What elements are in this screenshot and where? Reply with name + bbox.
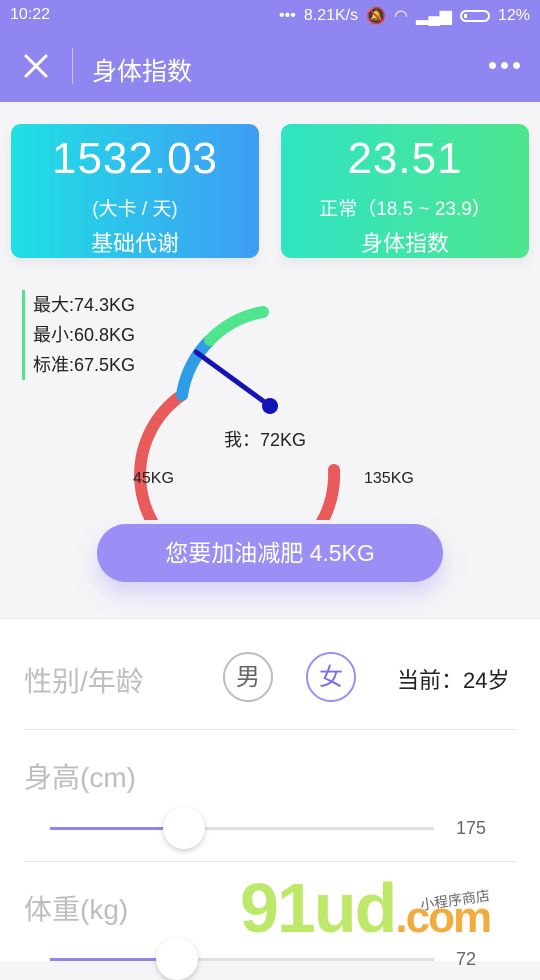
bmi-card: 23.51 正常（18.5 ~ 23.9） 身体指数 (281, 124, 529, 258)
status-time: 10:22 (10, 6, 51, 23)
more-menu-button[interactable] (489, 62, 520, 69)
height-label: 身高(cm) (24, 762, 136, 793)
status-bar: 10:22 ••• 8.21K/s 🔕 ◠ ▂▄▆ 12% (0, 0, 540, 32)
height-value: 175 (456, 818, 487, 838)
battery-icon (459, 10, 490, 22)
bmr-label: 基础代谢 (90, 231, 179, 256)
page-title: 身体指数 (92, 58, 193, 86)
header-divider (72, 48, 73, 84)
more-dots-icon: ••• (279, 7, 296, 24)
battery-percent: 12% (497, 7, 530, 24)
row-divider (24, 861, 516, 862)
current-age[interactable]: 当前：24岁 (397, 663, 509, 695)
signal-icon: ▂▄▆ (416, 8, 452, 25)
dot-icon (501, 62, 508, 69)
gauge-arc-blue (176, 334, 216, 401)
gauge-min-label: 45KG (133, 470, 174, 487)
wifi-icon: ◠ (394, 8, 409, 25)
mute-icon: 🔕 (366, 8, 387, 25)
dot-icon (513, 62, 520, 69)
status-icons: ••• 8.21K/s 🔕 ◠ ▂▄▆ 12% (279, 6, 530, 26)
max-weight: 最大:74.3KG (33, 295, 136, 315)
gauge-arc-green (204, 306, 269, 346)
gender-age-label: 性别/年龄 (24, 666, 144, 697)
gender-male-button[interactable]: 男 (223, 652, 273, 702)
weight-label: 体重(kg) (24, 894, 129, 925)
bmi-label: 身体指数 (360, 231, 449, 256)
network-speed: 8.21K/s (303, 7, 359, 24)
weight-stats: 最大:74.3KG 最小:60.8KG 标准:67.5KG (22, 290, 135, 380)
close-button[interactable] (20, 50, 52, 82)
bmi-status: 正常（18.5 ~ 23.9） (319, 199, 491, 220)
row-divider (24, 729, 516, 730)
gauge-arc-red (134, 389, 341, 520)
weight-slider-thumb[interactable] (155, 938, 198, 980)
bmr-unit: (大卡 / 天) (92, 199, 178, 220)
gauge-max-label: 135KG (364, 470, 414, 487)
min-weight: 最小:60.8KG (33, 325, 136, 345)
bmr-card: 1532.03 (大卡 / 天) 基础代谢 (11, 124, 259, 258)
gender-female-button[interactable]: 女 (306, 652, 356, 702)
standard-weight: 标准:67.5KG (33, 355, 136, 375)
weight-advice-button[interactable]: 您要加油减肥 4.5KG (97, 524, 443, 582)
gauge-needle (193, 349, 273, 409)
bmi-value: 23.51 (347, 134, 463, 183)
gauge-pivot (262, 398, 278, 414)
dot-icon (489, 62, 496, 69)
app-header: 身体指数 (0, 32, 540, 102)
gauge-current-label: 我：72KG (224, 430, 307, 450)
bmr-value: 1532.03 (51, 134, 219, 183)
